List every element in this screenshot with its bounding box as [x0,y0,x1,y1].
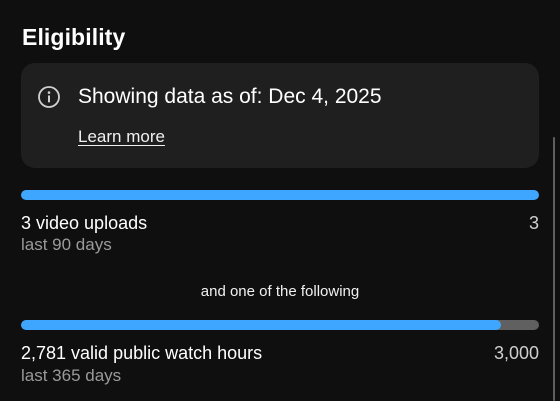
watch-hours-target: 3,000 [493,343,539,363]
video-uploads-target: 3 [528,213,539,233]
notice-text: Showing data as of: Dec 4, 2025 [78,85,382,108]
watch-hours-label: 2,781 valid public watch hours [21,343,263,363]
requirement-separator: and one of the following [200,283,360,300]
info-icon [38,86,60,108]
data-freshness-notice: Showing data as of: Dec 4, 2025 Learn mo… [21,63,539,168]
video-uploads-progress-bar [21,190,539,200]
watch-hours-progress-fill [21,320,502,330]
section-title: Eligibility [22,24,126,50]
watch-hours-period: last 365 days [21,366,122,385]
video-uploads-label: 3 video uploads [21,213,148,233]
learn-more-link[interactable]: Learn more [78,127,165,147]
watch-hours-progress-bar [21,320,539,330]
video-uploads-progress-fill [21,190,539,200]
video-uploads-period: last 90 days [21,235,112,254]
scrollbar[interactable] [553,137,555,401]
